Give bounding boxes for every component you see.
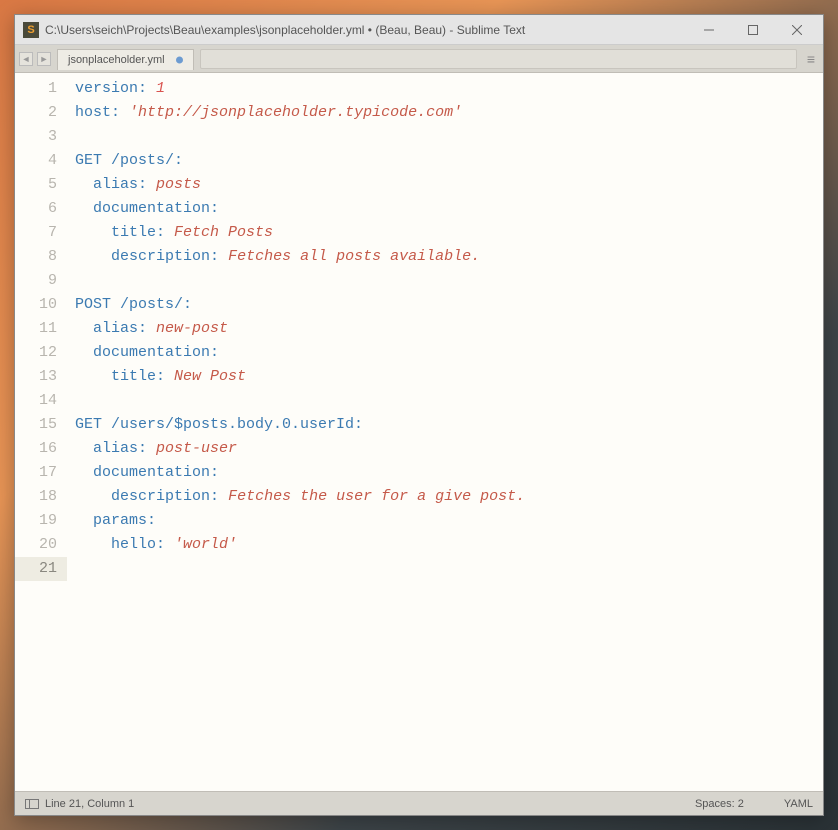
code-line[interactable]: documentation: — [75, 341, 823, 365]
code-line[interactable]: host: 'http://jsonplaceholder.typicode.c… — [75, 101, 823, 125]
line-number[interactable]: 9 — [15, 269, 57, 293]
line-number-gutter[interactable]: 123456789101112131415161718192021 — [15, 73, 67, 791]
line-number[interactable]: 19 — [15, 509, 57, 533]
code-line[interactable]: title: Fetch Posts — [75, 221, 823, 245]
code-line[interactable]: alias: post-user — [75, 437, 823, 461]
tab-strip-empty[interactable] — [200, 49, 797, 69]
line-number[interactable]: 7 — [15, 221, 57, 245]
line-number[interactable]: 15 — [15, 413, 57, 437]
code-line[interactable]: alias: posts — [75, 173, 823, 197]
menu-icon[interactable]: ≡ — [803, 51, 819, 67]
code-line[interactable]: version: 1 — [75, 77, 823, 101]
code-line[interactable]: POST /posts/: — [75, 293, 823, 317]
code-line[interactable]: description: Fetches all posts available… — [75, 245, 823, 269]
window-controls — [687, 16, 819, 44]
line-number[interactable]: 21 — [15, 557, 67, 581]
dirty-indicator-icon — [176, 56, 183, 63]
tab-label: jsonplaceholder.yml — [68, 54, 165, 66]
code-line[interactable]: GET /posts/: — [75, 149, 823, 173]
status-right: Spaces: 2 YAML — [695, 798, 813, 810]
line-number[interactable]: 16 — [15, 437, 57, 461]
app-window: S C:\Users\seich\Projects\Beau\examples\… — [14, 14, 824, 816]
line-number[interactable]: 2 — [15, 101, 57, 125]
code-content[interactable]: version: 1host: 'http://jsonplaceholder.… — [67, 73, 823, 791]
line-number[interactable]: 4 — [15, 149, 57, 173]
code-line[interactable] — [75, 389, 823, 413]
syntax-setting[interactable]: YAML — [784, 798, 813, 810]
line-number[interactable]: 1 — [15, 77, 57, 101]
line-number[interactable]: 20 — [15, 533, 57, 557]
code-line[interactable] — [75, 125, 823, 149]
code-line[interactable]: documentation: — [75, 461, 823, 485]
status-left: Line 21, Column 1 — [25, 798, 134, 810]
code-line[interactable]: description: Fetches the user for a give… — [75, 485, 823, 509]
line-number[interactable]: 8 — [15, 245, 57, 269]
line-number[interactable]: 17 — [15, 461, 57, 485]
line-number[interactable]: 5 — [15, 173, 57, 197]
editor-area[interactable]: 123456789101112131415161718192021 versio… — [15, 73, 823, 791]
code-line[interactable]: title: New Post — [75, 365, 823, 389]
code-line[interactable] — [75, 269, 823, 293]
cursor-position[interactable]: Line 21, Column 1 — [45, 798, 134, 810]
code-line[interactable]: GET /users/$posts.body.0.userId: — [75, 413, 823, 437]
code-line[interactable]: hello: 'world' — [75, 533, 823, 557]
panel-switcher-icon[interactable] — [25, 799, 39, 809]
maximize-button[interactable] — [731, 16, 775, 44]
nav-back-button[interactable]: ◄ — [19, 52, 33, 66]
line-number[interactable]: 11 — [15, 317, 57, 341]
status-bar: Line 21, Column 1 Spaces: 2 YAML — [15, 791, 823, 815]
app-icon: S — [23, 22, 39, 38]
line-number[interactable]: 18 — [15, 485, 57, 509]
nav-forward-button[interactable]: ► — [37, 52, 51, 66]
file-tab[interactable]: jsonplaceholder.yml — [57, 49, 194, 70]
nav-arrows: ◄ ► — [19, 52, 51, 66]
titlebar[interactable]: S C:\Users\seich\Projects\Beau\examples\… — [15, 15, 823, 45]
window-title: C:\Users\seich\Projects\Beau\examples\js… — [45, 23, 687, 37]
code-line[interactable]: params: — [75, 509, 823, 533]
code-line[interactable]: documentation: — [75, 197, 823, 221]
code-line[interactable]: alias: new-post — [75, 317, 823, 341]
tab-bar: ◄ ► jsonplaceholder.yml ≡ — [15, 45, 823, 73]
line-number[interactable]: 6 — [15, 197, 57, 221]
code-line[interactable] — [75, 557, 823, 581]
line-number[interactable]: 14 — [15, 389, 57, 413]
indentation-setting[interactable]: Spaces: 2 — [695, 798, 744, 810]
minimize-button[interactable] — [687, 16, 731, 44]
close-button[interactable] — [775, 16, 819, 44]
line-number[interactable]: 10 — [15, 293, 57, 317]
line-number[interactable]: 13 — [15, 365, 57, 389]
line-number[interactable]: 3 — [15, 125, 57, 149]
line-number[interactable]: 12 — [15, 341, 57, 365]
